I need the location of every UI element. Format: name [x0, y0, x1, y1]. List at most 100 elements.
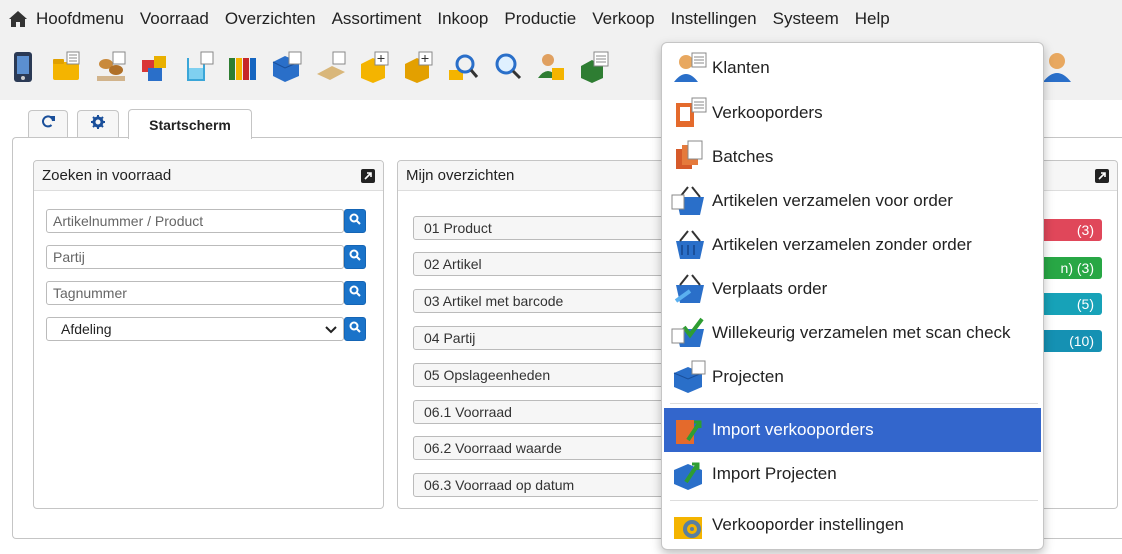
- menu-item-label: Projecten: [712, 367, 784, 386]
- artikelnummer-input[interactable]: Artikelnummer / Product: [46, 209, 344, 233]
- menu-systeem[interactable]: Systeem: [765, 8, 847, 30]
- import-sales-icon: [670, 412, 710, 448]
- search-2-icon[interactable]: [490, 50, 524, 84]
- basket-order-icon: [670, 183, 710, 219]
- menu-inkoop[interactable]: Inkoop: [429, 8, 496, 30]
- overview-item[interactable]: 06.1 Voorraad: [413, 400, 673, 424]
- menu-item-batches[interactable]: Batches: [664, 135, 1041, 179]
- menu-item-verplaats-order[interactable]: Verplaats order: [664, 267, 1041, 311]
- menu-item-verkooporder-instellingen[interactable]: Verkooporder instellingen: [664, 503, 1041, 547]
- overview-item[interactable]: 05 Opslageenheden: [413, 363, 673, 387]
- tab-startscherm[interactable]: Startscherm: [128, 109, 252, 139]
- refresh-icon: [41, 115, 55, 134]
- afdeling-select[interactable]: Afdeling: [46, 317, 344, 341]
- alert-badge[interactable]: (5): [1036, 293, 1102, 315]
- menu-productie[interactable]: Productie: [496, 8, 584, 30]
- afdeling-select-value: Afdeling: [61, 321, 112, 337]
- menu-item-label: Verplaats order: [712, 279, 828, 298]
- overview-item[interactable]: 06.3 Voorraad op datum: [413, 473, 673, 497]
- expand-icon[interactable]: [361, 169, 375, 183]
- overview-item[interactable]: 02 Artikel: [413, 252, 673, 276]
- menu-separator: [670, 500, 1038, 501]
- doc-box-icon[interactable]: [578, 50, 612, 84]
- menu-item-label: Willekeurig verzamelen met scan check: [712, 323, 1011, 342]
- search-icon: [349, 248, 361, 266]
- alert-badge[interactable]: (3): [1036, 219, 1102, 241]
- menu-item-label: Klanten: [712, 58, 770, 77]
- boxes-icon[interactable]: [138, 50, 172, 84]
- overview-item[interactable]: 06.2 Voorraad waarde: [413, 436, 673, 460]
- alert-badge[interactable]: n) (3): [1036, 257, 1102, 279]
- menu-voorraad[interactable]: Voorraad: [132, 8, 217, 30]
- projects-icon: [670, 359, 710, 395]
- overview-panel-title: Mijn overzichten: [406, 167, 515, 184]
- search-icon[interactable]: [446, 50, 480, 84]
- menu-item-import-projecten[interactable]: Import Projecten: [664, 452, 1041, 496]
- search-button[interactable]: [344, 317, 366, 341]
- batches-icon: [670, 139, 710, 175]
- overview-panel-header: Mijn overzichten: [398, 161, 686, 191]
- import-projects-icon: [670, 456, 710, 492]
- sales-order-icon: [670, 95, 710, 131]
- binders-icon[interactable]: [226, 50, 260, 84]
- menu-item-verzamelen-zonder-order[interactable]: Artikelen verzamelen zonder order: [664, 223, 1041, 267]
- menu-item-import-verkooporders[interactable]: Import verkooporders: [664, 408, 1041, 452]
- overview-item[interactable]: 01 Product: [413, 216, 673, 240]
- pallet-icon[interactable]: [94, 50, 128, 84]
- menu-item-label: Batches: [712, 147, 774, 166]
- verkoop-dropdown: Klanten Verkooporders Batches Artikelen …: [661, 42, 1044, 550]
- basket-icon: [670, 227, 710, 263]
- partij-input[interactable]: Partij: [46, 245, 344, 269]
- menu-item-label: Import Projecten: [712, 464, 837, 483]
- menu-overzichten[interactable]: Overzichten: [217, 8, 324, 30]
- user-box-icon[interactable]: [534, 50, 568, 84]
- menubar: Hoofdmenu Voorraad Overzichten Assortime…: [0, 0, 1122, 40]
- menu-item-projecten[interactable]: Projecten: [664, 355, 1041, 399]
- settings-gear-icon: [670, 507, 710, 543]
- chevron-down-icon: [325, 320, 337, 342]
- tab-settings[interactable]: [77, 110, 119, 138]
- tab-refresh[interactable]: [28, 110, 68, 138]
- menu-hoofdmenu[interactable]: Hoofdmenu: [30, 8, 132, 30]
- customer-icon: [670, 50, 710, 86]
- search-button[interactable]: [344, 281, 366, 305]
- move-order-icon: [670, 271, 710, 307]
- menu-item-willekeurig-verzamelen[interactable]: Willekeurig verzamelen met scan check: [664, 311, 1041, 355]
- tab-startscherm-label: Startscherm: [149, 116, 231, 133]
- menu-item-verkooporders[interactable]: Verkooporders: [664, 91, 1041, 135]
- search-panel: Zoeken in voorraad Artikelnummer / Produ…: [33, 160, 384, 509]
- menu-separator: [670, 403, 1038, 404]
- box-add-2-icon[interactable]: [402, 50, 436, 84]
- pallet-flat-icon[interactable]: [314, 50, 348, 84]
- scan-check-icon: [670, 315, 710, 351]
- folder-icon[interactable]: [50, 50, 84, 84]
- overview-item[interactable]: 04 Partij: [413, 326, 673, 350]
- overview-item[interactable]: 03 Artikel met barcode: [413, 289, 673, 313]
- overview-panel: Mijn overzichten 01 Product 02 Artikel 0…: [397, 160, 687, 509]
- search-button[interactable]: [344, 209, 366, 233]
- box-add-icon[interactable]: [358, 50, 392, 84]
- blue-box-icon[interactable]: [270, 50, 304, 84]
- menu-item-label: Import verkooporders: [712, 420, 874, 439]
- gear-icon: [91, 115, 105, 134]
- user-icon[interactable]: [1040, 50, 1074, 84]
- menu-verkoop[interactable]: Verkoop: [584, 8, 662, 30]
- menu-help[interactable]: Help: [847, 8, 898, 30]
- menu-item-verzamelen-voor-order[interactable]: Artikelen verzamelen voor order: [664, 179, 1041, 223]
- menu-instellingen[interactable]: Instellingen: [663, 8, 765, 30]
- search-icon: [349, 212, 361, 230]
- tagnummer-input[interactable]: Tagnummer: [46, 281, 344, 305]
- beaker-icon[interactable]: [182, 50, 216, 84]
- alert-badge[interactable]: (10): [1036, 330, 1102, 352]
- search-button[interactable]: [344, 245, 366, 269]
- home-icon[interactable]: [0, 8, 30, 33]
- search-icon: [349, 320, 361, 338]
- menu-item-label: Artikelen verzamelen voor order: [712, 191, 953, 210]
- device-icon[interactable]: [6, 50, 40, 84]
- menu-item-klanten[interactable]: Klanten: [664, 46, 1041, 90]
- search-panel-header: Zoeken in voorraad: [34, 161, 383, 191]
- menu-assortiment[interactable]: Assortiment: [324, 8, 430, 30]
- menu-item-label: Artikelen verzamelen zonder order: [712, 235, 972, 254]
- menu-item-label: Verkooporders: [712, 103, 823, 122]
- expand-icon[interactable]: [1095, 169, 1109, 183]
